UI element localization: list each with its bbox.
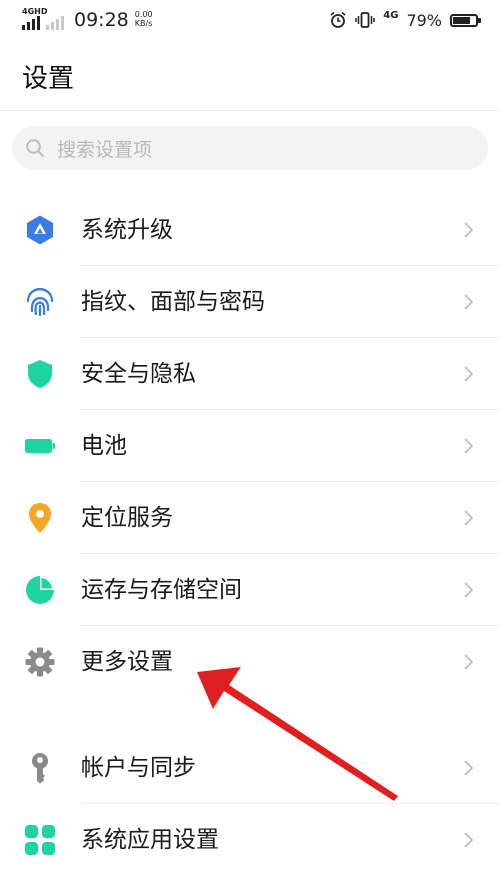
battery-level-fill bbox=[453, 16, 471, 24]
settings-item-label: 指纹、面部与密码 bbox=[81, 289, 265, 315]
chevron-right-icon bbox=[464, 438, 474, 454]
network-speed-value: 0.00 bbox=[134, 10, 153, 19]
network-speed-unit: KB/s bbox=[134, 19, 153, 28]
search-placeholder: 搜索设置项 bbox=[57, 138, 153, 161]
settings-item-memory-storage[interactable]: 运存与存储空间 bbox=[0, 554, 500, 626]
battery-percent: 79% bbox=[406, 10, 442, 30]
shield-icon bbox=[28, 360, 52, 388]
title-divider bbox=[0, 110, 500, 111]
status-bar: 4GHD 09:28 0.00 KB/s 4G 79% bbox=[0, 0, 500, 40]
chevron-right-icon bbox=[464, 760, 474, 776]
chevron-right-icon bbox=[464, 832, 474, 848]
settings-item-location[interactable]: 定位服务 bbox=[0, 482, 500, 554]
network-speed: 0.00 KB/s bbox=[135, 10, 153, 28]
location-pin-icon bbox=[29, 503, 51, 533]
status-time: 09:28 bbox=[74, 9, 129, 31]
settings-item-system-apps[interactable]: 系统应用设置 bbox=[0, 804, 500, 876]
apps-icon bbox=[25, 825, 55, 855]
settings-item-label: 电池 bbox=[81, 433, 127, 459]
settings-item-label: 系统升级 bbox=[81, 217, 173, 243]
settings-list: 系统升级 指纹、面部与密码 安全与隐私 电池 定位服务 运存与存储空间 更多设置… bbox=[0, 194, 500, 876]
vibrate-icon bbox=[355, 12, 376, 28]
battery-icon bbox=[450, 13, 481, 27]
network-type-label: 4GHD bbox=[22, 7, 48, 16]
settings-item-label: 帐户与同步 bbox=[81, 755, 196, 781]
search-input[interactable]: 搜索设置项 bbox=[12, 126, 488, 170]
chevron-right-icon bbox=[464, 222, 474, 238]
settings-item-security-privacy[interactable]: 安全与隐私 bbox=[0, 338, 500, 410]
chevron-right-icon bbox=[464, 366, 474, 382]
key-icon bbox=[32, 753, 48, 784]
network-type-right-label: 4G bbox=[383, 10, 399, 21]
search-icon bbox=[26, 139, 45, 158]
chevron-right-icon bbox=[464, 510, 474, 526]
storage-pie-icon bbox=[26, 576, 54, 604]
settings-item-battery[interactable]: 电池 bbox=[0, 410, 500, 482]
settings-item-label: 安全与隐私 bbox=[81, 361, 196, 387]
battery-icon bbox=[25, 439, 55, 453]
signal-strength-secondary-icon bbox=[46, 16, 64, 30]
settings-item-label: 更多设置 bbox=[81, 649, 173, 675]
network-type-right: 4G bbox=[383, 11, 398, 21]
settings-item-label: 系统应用设置 bbox=[81, 827, 219, 853]
settings-item-label: 运存与存储空间 bbox=[81, 577, 242, 603]
status-right: 4G 79% bbox=[329, 8, 481, 32]
settings-item-fingerprint-face-password[interactable]: 指纹、面部与密码 bbox=[0, 266, 500, 338]
signal-strength-icon bbox=[22, 16, 40, 30]
settings-item-accounts-sync[interactable]: 帐户与同步 bbox=[0, 732, 500, 804]
chevron-right-icon bbox=[464, 654, 474, 670]
settings-item-system-update[interactable]: 系统升级 bbox=[0, 194, 500, 266]
status-left: 4GHD 09:28 0.00 KB/s bbox=[22, 8, 153, 31]
gear-icon bbox=[25, 647, 55, 677]
page-title: 设置 bbox=[22, 64, 75, 94]
chevron-right-icon bbox=[464, 582, 474, 598]
settings-item-label: 定位服务 bbox=[81, 505, 173, 531]
fingerprint-icon bbox=[26, 287, 54, 317]
settings-item-more-settings[interactable]: 更多设置 bbox=[0, 626, 500, 698]
chevron-right-icon bbox=[464, 294, 474, 310]
system-update-icon bbox=[27, 215, 53, 245]
alarm-icon bbox=[330, 11, 346, 28]
